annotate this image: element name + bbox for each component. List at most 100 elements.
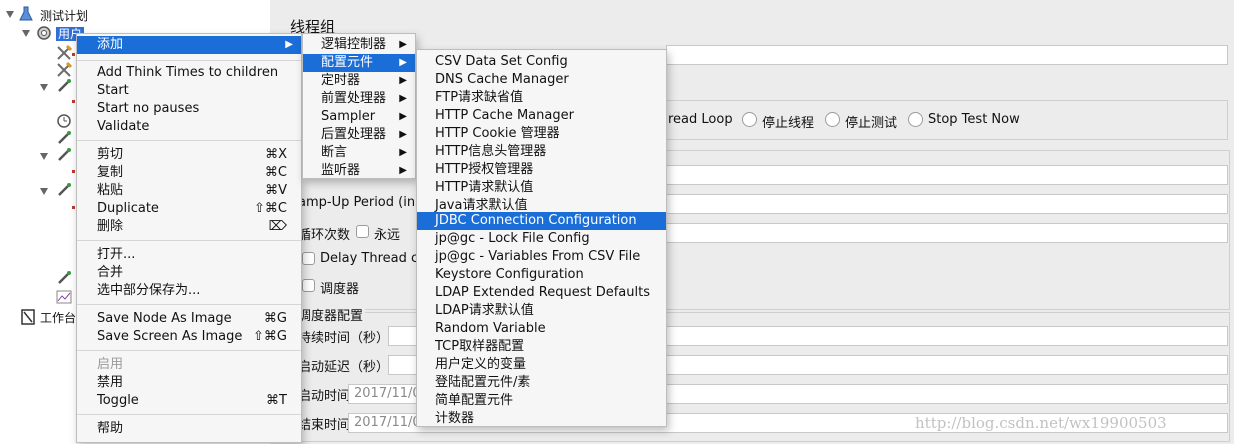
- context-menu: 添加 ▶ Add Think Times to children Start S…: [76, 33, 302, 443]
- config-item-jdbc-connection[interactable]: JDBC Connection Configuration: [417, 212, 666, 230]
- menu-item-validate[interactable]: Validate: [77, 118, 301, 136]
- tree-node-workbench[interactable]: 工作台: [40, 311, 76, 325]
- menu-item-copy[interactable]: 复制 ⌘C: [77, 164, 301, 182]
- menu-item-start-no-pauses[interactable]: Start no pauses: [77, 100, 301, 118]
- submenu-item-preprocessor[interactable]: 前置处理器 ▶: [303, 90, 415, 108]
- pipette-icon: [58, 271, 71, 284]
- menu-separator: [77, 350, 301, 351]
- config-item-ldap-defaults[interactable]: LDAP请求默认值: [417, 302, 666, 320]
- expand-arrow-icon[interactable]: [40, 84, 48, 91]
- radio-stop-thread[interactable]: [742, 112, 757, 127]
- gear-icon: [37, 26, 51, 40]
- menu-item-disable[interactable]: 禁用: [77, 374, 301, 392]
- menu-item-start[interactable]: Start: [77, 82, 301, 100]
- menu-item-enable: 启用: [97, 357, 124, 372]
- scheduler-label: 调度器: [320, 282, 360, 297]
- menu-item-save-selection[interactable]: 选中部分保存为...: [77, 282, 301, 300]
- menu-item-add[interactable]: 添加 ▶: [77, 36, 301, 54]
- config-item-http-cache[interactable]: HTTP Cache Manager: [417, 107, 666, 125]
- submenu-arrow-icon: ▶: [399, 39, 407, 50]
- menu-item-add-think-times[interactable]: Add Think Times to children: [77, 64, 301, 82]
- config-item-variables-csv[interactable]: jp@gc - Variables From CSV File: [417, 248, 666, 266]
- config-item-counter[interactable]: 计数器: [417, 410, 666, 428]
- menu-item-help[interactable]: 帮助: [77, 420, 301, 438]
- delay-thread-label: Delay Thread cre: [320, 251, 432, 266]
- config-item-http-auth[interactable]: HTTP授权管理器: [417, 161, 666, 179]
- name-field[interactable]: [666, 45, 1228, 65]
- rampup-field[interactable]: [666, 194, 1228, 214]
- thread-count-field[interactable]: [666, 165, 1228, 185]
- menu-item-duplicate-label: Duplicate: [97, 201, 159, 216]
- tree-dot: [72, 170, 75, 173]
- submenu-item-sampler[interactable]: Sampler ▶: [303, 108, 415, 126]
- scheduler-checkbox[interactable]: [302, 279, 315, 292]
- shortcut-label: ⇧⌘G: [253, 329, 287, 344]
- scheduler-group-label: 调度器配置: [296, 305, 366, 324]
- menu-item-open[interactable]: 打开...: [77, 246, 301, 264]
- forever-checkbox[interactable]: [356, 225, 369, 238]
- config-element-submenu: CSV Data Set Config DNS Cache Manager FT…: [416, 49, 667, 427]
- submenu-item-label: 定时器: [321, 73, 361, 88]
- submenu-arrow-icon: ▶: [399, 57, 407, 68]
- config-item-tcp-sampler[interactable]: TCP取样器配置: [417, 338, 666, 356]
- menu-item-paste[interactable]: 粘贴 ⌘V: [77, 182, 301, 200]
- config-item-dns-cache[interactable]: DNS Cache Manager: [417, 71, 666, 89]
- submenu-item-config-element[interactable]: 配置元件 ▶: [303, 54, 415, 72]
- workbench-icon: [21, 309, 35, 325]
- menu-item-copy-label: 复制: [97, 165, 124, 180]
- delay-thread-checkbox[interactable]: [302, 252, 315, 265]
- config-item-http-defaults[interactable]: HTTP请求默认值: [417, 179, 666, 197]
- pipette-icon: [58, 183, 71, 196]
- wrench-icon: [57, 62, 72, 77]
- config-item-csv-data-set[interactable]: CSV Data Set Config: [417, 53, 666, 71]
- submenu-arrow-icon: ▶: [399, 147, 407, 158]
- submenu-item-assertion[interactable]: 断言 ▶: [303, 144, 415, 162]
- menu-item-toggle[interactable]: Toggle ⌘T: [77, 392, 301, 410]
- submenu-item-logic-controller[interactable]: 逻辑控制器 ▶: [303, 36, 415, 54]
- menu-item-save-node-image-label: Save Node As Image: [97, 311, 232, 326]
- menu-item-duplicate[interactable]: Duplicate ⇧⌘C: [77, 200, 301, 218]
- config-item-http-header[interactable]: HTTP信息头管理器: [417, 143, 666, 161]
- radio-stop-test[interactable]: [825, 112, 840, 127]
- tree-node-test-plan[interactable]: 测试计划: [40, 9, 88, 23]
- menu-item-save-screen-image[interactable]: Save Screen As Image ⇧⌘G: [77, 328, 301, 346]
- radio-stop-test-now[interactable]: [908, 112, 923, 127]
- config-item-keystore[interactable]: Keystore Configuration: [417, 266, 666, 284]
- menu-item-save-node-image[interactable]: Save Node As Image ⌘G: [77, 310, 301, 328]
- menu-item-merge[interactable]: 合并: [77, 264, 301, 282]
- menu-item-cut-label: 剪切: [97, 147, 124, 162]
- shortcut-label: ⌘G: [263, 311, 287, 326]
- submenu-item-label: 前置处理器: [321, 91, 387, 106]
- config-item-lock-file[interactable]: jp@gc - Lock File Config: [417, 230, 666, 248]
- submenu-arrow-icon: ▶: [399, 75, 407, 86]
- start-time-value: 2017/11/0: [354, 386, 421, 401]
- startup-delay-label: 启动延迟（秒）: [298, 360, 390, 375]
- expand-arrow-icon[interactable]: [6, 11, 14, 18]
- delete-key-icon: ⌦: [268, 219, 287, 234]
- expand-arrow-icon[interactable]: [40, 153, 48, 160]
- submenu-item-label: 逻辑控制器: [321, 37, 387, 52]
- menu-separator: [77, 304, 301, 305]
- config-item-simple-config[interactable]: 简单配置元件: [417, 392, 666, 410]
- config-item-ftp-defaults[interactable]: FTP请求缺省值: [417, 89, 666, 107]
- submenu-item-listener[interactable]: 监听器 ▶: [303, 162, 415, 180]
- submenu-item-label: 配置元件: [321, 55, 374, 70]
- submenu-item-timer[interactable]: 定时器 ▶: [303, 72, 415, 90]
- submenu-arrow-icon: ▶: [399, 129, 407, 140]
- duration-label: 持续时间（秒）: [298, 331, 390, 346]
- submenu-item-postprocessor[interactable]: 后置处理器 ▶: [303, 126, 415, 144]
- expand-arrow-icon[interactable]: [22, 30, 30, 37]
- submenu-arrow-icon: ▶: [399, 111, 407, 122]
- loop-count-field[interactable]: [666, 223, 1228, 243]
- config-item-random-variable[interactable]: Random Variable: [417, 320, 666, 338]
- config-item-ldap-extended[interactable]: LDAP Extended Request Defaults: [417, 284, 666, 302]
- menu-item-cut[interactable]: 剪切 ⌘X: [77, 146, 301, 164]
- tree-dot: [72, 53, 75, 56]
- test-plan-icon: [19, 6, 33, 21]
- menu-item-delete[interactable]: 删除 ⌦: [77, 218, 301, 236]
- expand-arrow-icon[interactable]: [40, 188, 48, 195]
- config-item-http-cookie[interactable]: HTTP Cookie 管理器: [417, 125, 666, 143]
- config-item-login-config[interactable]: 登陆配置元件/素: [417, 374, 666, 392]
- submenu-arrow-icon: ▶: [399, 93, 407, 104]
- config-item-user-variables[interactable]: 用户定义的变量: [417, 356, 666, 374]
